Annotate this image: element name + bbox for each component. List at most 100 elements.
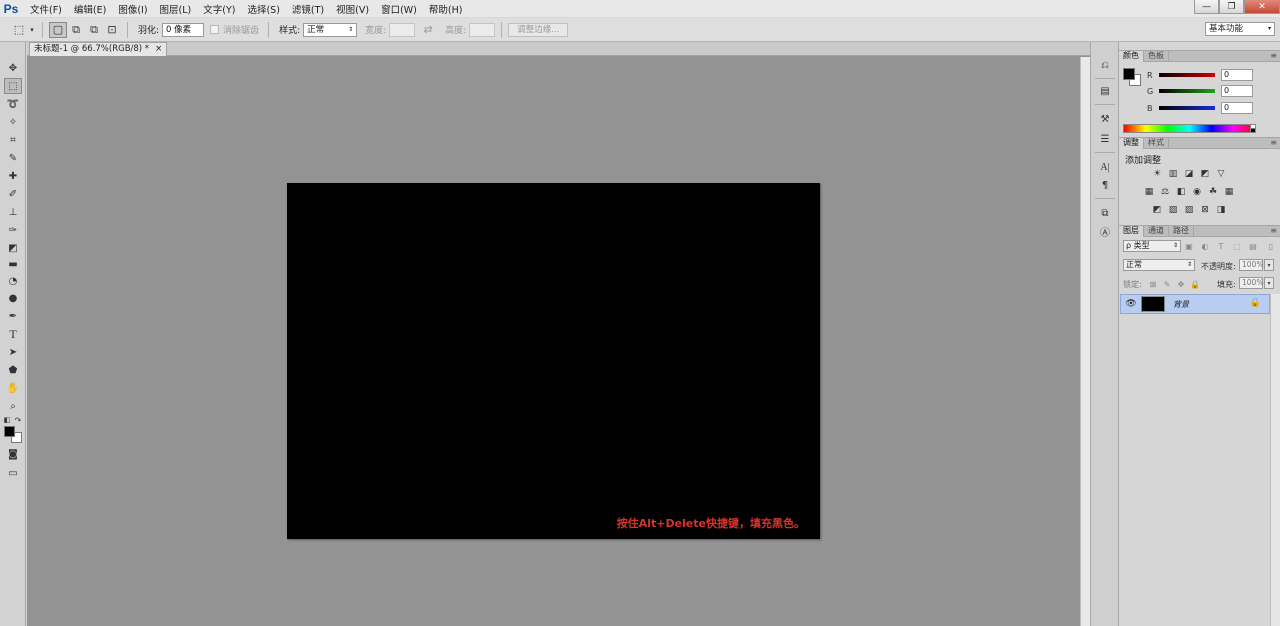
- panel-menu-icon[interactable]: ≡: [1270, 51, 1277, 61]
- tab-adjustments[interactable]: 调整: [1119, 138, 1144, 149]
- menu-image[interactable]: 图像(I): [118, 2, 147, 16]
- tab-styles[interactable]: 样式: [1144, 138, 1169, 149]
- pen-tool-icon[interactable]: ✒: [4, 308, 22, 324]
- tab-layers[interactable]: 图层: [1119, 226, 1144, 237]
- intersect-selection-icon[interactable]: ⊡: [103, 22, 121, 38]
- antialias-checkbox[interactable]: [210, 25, 220, 34]
- marquee-preset-icon[interactable]: ⬚: [10, 22, 28, 38]
- type-tool-icon[interactable]: T: [4, 326, 22, 342]
- clone-stamp-tool-icon[interactable]: ⊥: [4, 204, 22, 220]
- color-spectrum-bar[interactable]: [1123, 124, 1256, 133]
- invert-icon[interactable]: ◩: [1151, 204, 1163, 216]
- tab-swatches[interactable]: 色板: [1144, 51, 1169, 62]
- panel-menu-icon[interactable]: ≡: [1270, 226, 1277, 236]
- menu-layer[interactable]: 图层(L): [160, 2, 192, 16]
- filter-shape-icon[interactable]: ⬚: [1231, 240, 1243, 252]
- levels-icon[interactable]: ▥: [1167, 168, 1179, 180]
- menu-type[interactable]: 文字(Y): [203, 2, 235, 16]
- eraser-tool-icon[interactable]: ◩: [4, 240, 22, 256]
- vertical-scrollbar[interactable]: [1080, 57, 1090, 626]
- move-tool-icon[interactable]: ✥: [4, 60, 22, 76]
- layer-filter-select[interactable]: ρ 类型 ⇕: [1123, 240, 1181, 252]
- channel-input[interactable]: 0: [1221, 85, 1253, 97]
- menu-view[interactable]: 视图(V): [336, 2, 369, 16]
- channel-slider[interactable]: [1159, 89, 1215, 93]
- filter-type-icon[interactable]: T: [1215, 240, 1227, 252]
- eye-icon[interactable]: 👁: [1125, 298, 1137, 310]
- menu-window[interactable]: 窗口(W): [381, 2, 417, 16]
- hue-saturation-icon[interactable]: ▦: [1143, 186, 1155, 198]
- actions-panel-icon[interactable]: ▤: [1097, 84, 1113, 98]
- tool-presets-icon[interactable]: ⚒: [1097, 112, 1113, 126]
- threshold-icon[interactable]: ▨: [1183, 204, 1195, 216]
- exposure-icon[interactable]: ◩: [1199, 168, 1211, 180]
- menu-help[interactable]: 帮助(H): [429, 2, 463, 16]
- fill-input[interactable]: 100%: [1239, 277, 1263, 289]
- lasso-tool-icon[interactable]: ➰: [4, 96, 22, 112]
- brightness-icon[interactable]: ☀: [1151, 168, 1163, 180]
- path-select-tool-icon[interactable]: ➤: [4, 344, 22, 360]
- filter-adjustment-icon[interactable]: ◐: [1199, 240, 1211, 252]
- color-balance-icon[interactable]: ⚖: [1159, 186, 1171, 198]
- clone-source-icon[interactable]: ⧉: [1097, 206, 1113, 220]
- chevron-down-icon[interactable]: ▾: [1264, 259, 1274, 271]
- lock-position-icon[interactable]: ✥: [1175, 278, 1187, 290]
- chevron-down-icon[interactable]: ▾: [1264, 277, 1274, 289]
- paragraph-panel-icon[interactable]: ¶: [1097, 178, 1113, 192]
- blend-mode-select[interactable]: 正常 ⇕: [1123, 259, 1195, 271]
- menu-select[interactable]: 选择(S): [247, 2, 279, 16]
- shape-tool-icon[interactable]: ⬟: [4, 362, 22, 378]
- workspace-select[interactable]: 基本功能 ▾: [1205, 22, 1275, 36]
- rect-marquee-tool-icon[interactable]: ⬚: [4, 78, 22, 94]
- menu-edit[interactable]: 编辑(E): [74, 2, 106, 16]
- tab-paths[interactable]: 路径: [1169, 226, 1194, 237]
- photo-filter-icon[interactable]: ◉: [1191, 186, 1203, 198]
- height-input[interactable]: [469, 22, 496, 37]
- style-select[interactable]: 正常 ⇕: [303, 22, 358, 37]
- healing-brush-tool-icon[interactable]: ✚: [4, 168, 22, 184]
- subtract-selection-icon[interactable]: ⧉: [85, 22, 103, 38]
- close-button[interactable]: ✕: [1244, 0, 1280, 14]
- black-white-ramp[interactable]: [1250, 124, 1256, 133]
- screen-mode-icon[interactable]: ▭: [4, 465, 22, 481]
- restore-button[interactable]: ❐: [1219, 0, 1244, 14]
- hand-tool-icon[interactable]: ✋: [4, 380, 22, 396]
- history-brush-tool-icon[interactable]: ✑: [4, 222, 22, 238]
- channel-slider[interactable]: [1159, 106, 1215, 110]
- vibrance-icon[interactable]: ▽: [1215, 168, 1227, 180]
- canvas[interactable]: 按住Alt+Delete快捷键，填充黑色。: [287, 183, 820, 539]
- feather-input[interactable]: 0 像素: [162, 22, 205, 37]
- curves-icon[interactable]: ◪: [1183, 168, 1195, 180]
- close-icon[interactable]: ×: [155, 43, 162, 56]
- quick-mask-icon[interactable]: ◙: [4, 446, 22, 462]
- swap-icon[interactable]: ⇄: [419, 22, 437, 38]
- channel-slider[interactable]: [1159, 73, 1215, 77]
- lock-all-icon[interactable]: 🔒: [1189, 278, 1201, 290]
- menu-filter[interactable]: 滤镜(T): [292, 2, 324, 16]
- channel-input[interactable]: 0: [1221, 69, 1253, 81]
- channel-mixer-icon[interactable]: ☘: [1207, 186, 1219, 198]
- filter-pixel-icon[interactable]: ▣: [1183, 240, 1195, 252]
- new-selection-icon[interactable]: ▢: [49, 21, 67, 38]
- tab-color[interactable]: 颜色: [1119, 51, 1144, 62]
- filter-toggle-icon[interactable]: ▯: [1265, 240, 1277, 252]
- eyedropper-tool-icon[interactable]: ✎: [4, 150, 22, 166]
- layers-scrollbar[interactable]: [1270, 294, 1280, 626]
- blur-tool-icon[interactable]: ◔: [4, 273, 22, 289]
- refine-edge-button[interactable]: 调整边缘...: [508, 22, 569, 37]
- document-tab[interactable]: 未标题-1 @ 66.7%(RGB/8) * ×: [29, 42, 168, 56]
- menu-file[interactable]: 文件(F): [30, 2, 62, 16]
- panel-menu-icon[interactable]: ≡: [1270, 138, 1277, 148]
- posterize-icon[interactable]: ▨: [1167, 204, 1179, 216]
- selective-color-icon[interactable]: ⊠: [1199, 204, 1211, 216]
- lock-transparent-icon[interactable]: ⊠: [1147, 278, 1159, 290]
- color-lookup-icon[interactable]: ▦: [1223, 186, 1235, 198]
- layer-name[interactable]: 背景: [1173, 299, 1189, 310]
- dodge-tool-icon[interactable]: ●: [4, 290, 22, 306]
- quick-select-tool-icon[interactable]: ✧: [4, 114, 22, 130]
- minimize-button[interactable]: —: [1194, 0, 1219, 14]
- properties-panel-icon[interactable]: ☰: [1097, 132, 1113, 146]
- tab-channels[interactable]: 通道: [1144, 226, 1169, 237]
- gradient-tool-icon[interactable]: ▬: [4, 256, 22, 272]
- black-white-icon[interactable]: ◧: [1175, 186, 1187, 198]
